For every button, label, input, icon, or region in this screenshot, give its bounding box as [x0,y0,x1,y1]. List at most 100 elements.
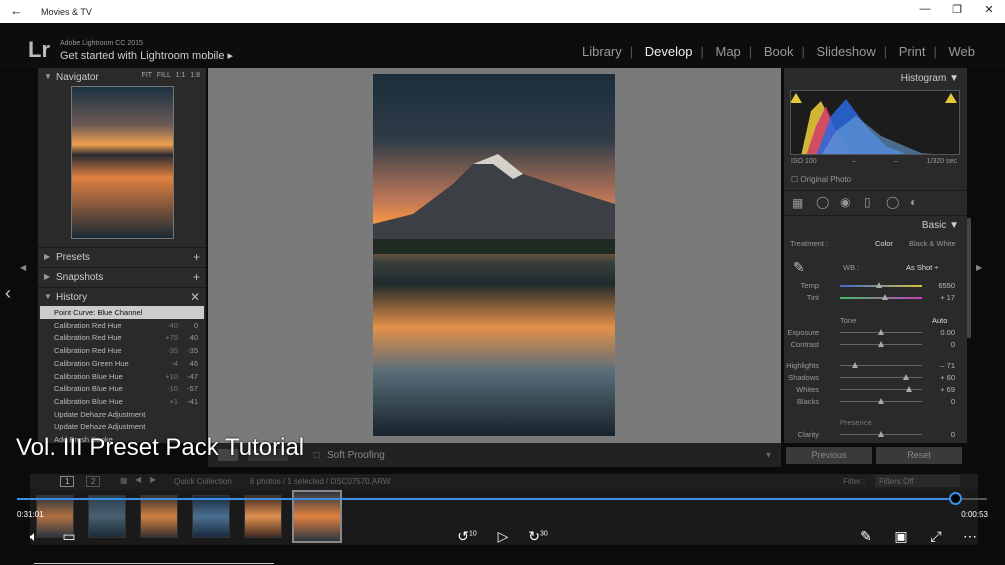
mountain-silhouette [373,154,615,254]
history-item-name: Calibration Red Hue [54,333,122,343]
edit-pencil-icon[interactable]: ✎ [854,528,878,545]
add-snapshot-icon: + [192,270,200,284]
history-item: Calibration Red Hue +75 40 [40,331,204,344]
zoom-1-8: 1:8 [190,72,200,79]
history-item: Calibration Blue Hue +1 -41 [40,395,204,408]
window-title: Movies & TV [41,7,92,17]
slider-label: Exposure [787,328,819,337]
history-item: Calibration Blue Hue -10 -57 [40,382,204,395]
panel-expand-right-icon: ▶ [976,263,983,272]
fullscreen-icon[interactable]: ⤢ [924,528,948,545]
grid-icon: ▦ [120,476,128,485]
auto-tone-button: Auto [932,316,948,325]
basic-title: Basic ▼ [921,220,959,231]
close-icon[interactable]: ✕ [979,3,999,16]
filmstrip-info: 6 photos / 1 selected / DSC07570.ARW [250,477,391,486]
module-map: Map [715,44,741,59]
history-title: History [56,292,88,303]
module-develop: Develop [644,44,693,59]
add-preset-icon: + [192,250,200,264]
adjustment-brush-icon: ◐ [910,195,918,209]
slider-blacks: Blacks 0 [784,396,967,407]
histogram-title: Histogram ▼ [900,73,959,84]
window-titlebar: ← Movies & TV — ❐ ✕ [0,0,1005,23]
restore-icon[interactable]: ❐ [947,3,967,16]
iso-readout: ISO 100 [791,158,817,165]
slider-shadows: Shadows + 60 [784,372,967,383]
slider-value: + 17 [940,293,955,302]
soft-proofing-label: Soft Proofing [327,450,385,461]
prev-chevron-icon[interactable]: ‹ [5,283,11,304]
history-item-delta: -10 [167,384,178,394]
slider-knob [878,431,884,437]
histogram-graph [790,90,960,155]
slider-label: Whites [796,385,819,394]
treatment-color: Color [875,239,893,248]
zoom-fit: FIT [141,72,152,79]
history-item-delta: +75 [165,333,178,343]
history-item-name: Update Dehaze Adjustment [54,409,146,419]
volume-icon[interactable]: 🔈︎ [22,528,46,545]
subtitles-icon[interactable]: ▭ [57,528,81,545]
slider-knob [878,341,884,347]
history-item-value: -41 [187,396,198,406]
toolbar-menu-icon: ▾ [765,450,771,461]
history-item: Calibration Blue Hue +10 -47 [40,370,204,383]
tool-strip: ▦ ◯ ◉ ▯ ◯ ◐ [784,190,967,216]
panel-expand-left-icon: ◀ [20,263,27,272]
minimize-icon[interactable]: — [915,3,935,15]
play-icon[interactable]: ▷ [491,528,515,545]
film-thumb-4 [192,495,230,538]
seek-bar[interactable] [17,492,987,505]
back-arrow-icon[interactable]: ← [10,3,23,18]
presence-label: Presence [840,418,872,427]
history-item-value: 0 [193,320,198,330]
mini-view-icon[interactable]: ▣ [889,528,913,545]
slider-knob [851,362,858,368]
more-options-icon[interactable]: ⋯ [958,528,982,545]
develop-canvas [208,68,781,443]
collection-name: Quick Collection [174,477,232,486]
history-item-value: 46 [189,358,198,368]
module-library: Library [582,44,622,59]
right-panel: Histogram ▼ ISO 100 – – 1/320 sec ☐ Orig… [784,68,971,443]
slider-label: Blacks [796,397,819,406]
crop-tool-icon: ▦ [792,196,804,210]
history-header: ▼ History ✕ [38,287,206,305]
seek-thumb[interactable] [948,492,962,505]
slider-whites: Whites + 69 [784,384,967,395]
filter-label: Filter : [843,477,866,486]
slider-contrast: Contrast 0 [784,339,967,350]
history-item-delta: -40 [167,320,178,330]
skip-back-icon[interactable]: ↺10 [455,528,479,545]
reset-button: Reset [876,447,962,464]
treatment-label: Treatment : [790,239,829,248]
slider-track [840,297,922,299]
spot-removal-icon: ◯ [816,195,830,209]
radial-filter-icon: ◯ [886,195,900,209]
video-title: Vol. III Preset Pack Tutorial [16,434,305,461]
history-item-name: Calibration Blue Hue [54,384,123,394]
collapse-triangle-icon: ▼ [44,292,52,301]
slider-exposure: Exposure 0.00 [784,327,967,338]
elapsed-time: 0:31:01 [17,510,44,519]
navigator-title: Navigator [56,72,99,83]
treatment-bw: Black & White [909,239,956,248]
slider-label: Highlights [786,361,819,370]
slider-label: Shadows [788,373,819,382]
history-item-value: 40 [189,333,198,343]
history-item-delta: -35 [167,346,178,356]
history-item-name: Calibration Blue Hue [54,371,123,381]
slider-label: Clarity [797,430,819,439]
film-thumb-3 [140,495,178,538]
skip-forward-icon[interactable]: ↻30 [526,528,550,545]
lightroom-topbar: Lr Adobe Lightroom CC 2015 Get started w… [0,23,1005,68]
seek-bar-fill [17,498,955,500]
presets-header: ▶ Presets + [38,247,206,265]
video-stage[interactable]: Lr Adobe Lightroom CC 2015 Get started w… [0,23,1005,565]
slider-knob [875,282,882,288]
expand-triangle-icon: ▶ [44,272,51,281]
view-2-button: 2 [86,476,101,487]
slider-knob [902,374,909,380]
slider-value: – 71 [940,361,955,370]
